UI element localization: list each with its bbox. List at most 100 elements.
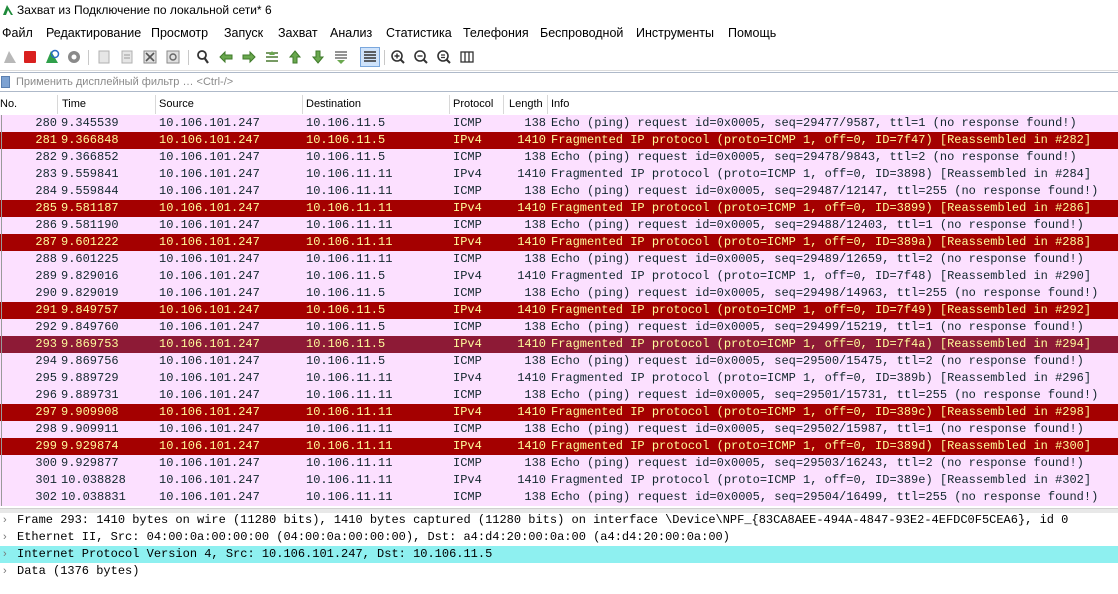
zoom-in-icon[interactable] [389,48,407,66]
packet-length: 1410 [517,201,546,215]
expand-arrow-icon[interactable]: › [3,529,7,546]
packet-row[interactable]: 297 9.909908 10.106.101.247 10.106.11.11 IPv… [0,404,1118,421]
resize-columns-icon[interactable] [458,48,476,66]
packet-row[interactable]: 281 9.366848 10.106.101.247 10.106.11.5 IPv4… [0,132,1118,149]
packet-list[interactable]: 280 9.345539 10.106.101.247 10.106.11.5 ICMP… [0,115,1118,506]
packet-row[interactable]: 290 9.829019 10.106.101.247 10.106.11.5 ICMP… [0,285,1118,302]
packet-no: 292 [35,320,57,334]
packet-row[interactable]: 298 9.909911 10.106.101.247 10.106.11.11 ICM… [0,421,1118,438]
packet-row[interactable]: 286 9.581190 10.106.101.247 10.106.11.11 ICM… [0,217,1118,234]
packet-row[interactable]: 287 9.601222 10.106.101.247 10.106.11.11 IPv… [0,234,1118,251]
save-file-icon[interactable] [118,48,136,66]
find-packet-icon[interactable] [194,48,212,66]
packet-row[interactable]: 282 9.366852 10.106.101.247 10.106.11.5 ICMP… [0,149,1118,166]
packet-protocol: IPv4 [453,337,482,351]
column-header-destination[interactable]: Destination [306,98,361,110]
menu-telephony[interactable]: Телефония [463,26,529,40]
autoscroll-icon[interactable] [332,48,350,66]
packet-row[interactable]: 292 9.849760 10.106.101.247 10.106.11.5 ICMP… [0,319,1118,336]
detail-tree-item[interactable]: › Data (1376 bytes) [0,563,1118,580]
packet-time: 9.869756 [61,354,119,368]
menu-capture[interactable]: Захват [278,26,318,40]
column-header-no[interactable]: No. [0,98,17,110]
packet-row[interactable]: 301 10.038828 10.106.101.247 10.106.11.11 IP… [0,472,1118,489]
display-filter-input[interactable]: Применить дисплейный фильтр … <Ctrl-/> [16,76,233,88]
column-header-length[interactable]: Length [509,98,543,110]
bookmark-icon[interactable] [1,76,10,88]
menu-go[interactable]: Запуск [224,26,263,40]
menu-view[interactable]: Просмотр [151,26,208,40]
packet-length: 1410 [517,235,546,249]
packet-destination: 10.106.11.11 [306,371,393,385]
packet-row[interactable]: 280 9.345539 10.106.101.247 10.106.11.5 ICMP… [0,115,1118,132]
column-header-source[interactable]: Source [159,98,194,110]
packet-time: 10.038831 [61,490,126,504]
packet-row[interactable]: 296 9.889731 10.106.101.247 10.106.11.11 ICM… [0,387,1118,404]
packet-details-pane[interactable]: › Frame 293: 1410 bytes on wire (11280 bi… [0,512,1118,594]
detail-text: Ethernet II, Src: 04:00:0a:00:00:00 (04:… [17,530,730,544]
title-bar: Захват из Подключение по локальной сети*… [0,0,1118,22]
packet-info: Echo (ping) request id=0x0005, seq=29504… [551,490,1099,504]
display-filter-bar[interactable]: Применить дисплейный фильтр … <Ctrl-/> [0,72,1118,92]
expand-arrow-icon[interactable]: › [3,546,7,563]
start-capture-icon[interactable] [1,48,19,66]
open-file-icon[interactable] [95,48,113,66]
detail-text: Frame 293: 1410 bytes on wire (11280 bit… [17,513,1069,527]
packet-no: 301 [35,473,57,487]
packet-row[interactable]: 284 9.559844 10.106.101.247 10.106.11.11 ICM… [0,183,1118,200]
packet-row[interactable]: 285 9.581187 10.106.101.247 10.106.11.11 IPv… [0,200,1118,217]
column-header-info[interactable]: Info [551,98,569,110]
stop-capture-icon[interactable] [21,48,39,66]
packet-row[interactable]: 300 9.929877 10.106.101.247 10.106.11.11 ICM… [0,455,1118,472]
go-to-packet-icon[interactable] [263,48,281,66]
menu-analyze[interactable]: Анализ [330,26,372,40]
go-last-icon[interactable] [309,48,327,66]
packet-no: 293 [35,337,57,351]
packet-no: 284 [35,184,57,198]
column-header-time[interactable]: Time [62,98,86,110]
packet-row[interactable]: 295 9.889729 10.106.101.247 10.106.11.11 IPv… [0,370,1118,387]
menu-help[interactable]: Помощь [728,26,776,40]
reload-file-icon[interactable] [164,48,182,66]
packet-destination: 10.106.11.11 [306,167,393,181]
packet-destination: 10.106.11.11 [306,456,393,470]
restart-capture-icon[interactable] [43,48,61,66]
packet-row[interactable]: 289 9.829016 10.106.101.247 10.106.11.5 IPv4… [0,268,1118,285]
go-first-icon[interactable] [286,48,304,66]
packet-row[interactable]: 288 9.601225 10.106.101.247 10.106.11.11 ICM… [0,251,1118,268]
go-forward-icon[interactable] [240,48,258,66]
packet-protocol: IPv4 [453,235,482,249]
menu-statistics[interactable]: Статистика [386,26,452,40]
packet-row[interactable]: 294 9.869756 10.106.101.247 10.106.11.5 ICMP… [0,353,1118,370]
close-file-icon[interactable] [141,48,159,66]
packet-protocol: ICMP [453,184,482,198]
detail-tree-item[interactable]: › Internet Protocol Version 4, Src: 10.10… [0,546,1118,563]
packet-row[interactable]: 302 10.038831 10.106.101.247 10.106.11.11 IC… [0,489,1118,506]
colorize-icon[interactable] [360,47,380,67]
zoom-out-icon[interactable] [412,48,430,66]
packet-length: 138 [524,354,546,368]
detail-tree-item[interactable]: › Ethernet II, Src: 04:00:0a:00:00:00 (04… [0,529,1118,546]
packet-destination: 10.106.11.5 [306,150,386,164]
packet-row[interactable]: 293 9.869753 10.106.101.247 10.106.11.5 IPv4… [0,336,1118,353]
column-header-protocol[interactable]: Protocol [453,98,493,110]
packet-protocol: ICMP [453,490,482,504]
packet-length: 1410 [517,303,546,317]
menu-tools[interactable]: Инструменты [636,26,714,40]
expand-arrow-icon[interactable]: › [3,512,7,529]
packet-row[interactable]: 283 9.559841 10.106.101.247 10.106.11.11 IPv… [0,166,1118,183]
packet-row[interactable]: 291 9.849757 10.106.101.247 10.106.11.5 IPv4… [0,302,1118,319]
capture-options-icon[interactable] [65,48,83,66]
menu-edit[interactable]: Редактирование [46,26,141,40]
packet-info: Fragmented IP protocol (proto=ICMP 1, of… [551,337,1092,351]
normal-size-icon[interactable] [435,48,453,66]
expand-arrow-icon[interactable]: › [3,563,7,580]
packet-time: 9.581190 [61,218,119,232]
detail-tree-item[interactable]: › Frame 293: 1410 bytes on wire (11280 bi… [0,512,1118,529]
packet-no: 295 [35,371,57,385]
packet-destination: 10.106.11.11 [306,473,393,487]
menu-wireless[interactable]: Беспроводной [540,26,623,40]
menu-file[interactable]: Файл [2,26,33,40]
go-back-icon[interactable] [217,48,235,66]
packet-row[interactable]: 299 9.929874 10.106.101.247 10.106.11.11 IPv… [0,438,1118,455]
